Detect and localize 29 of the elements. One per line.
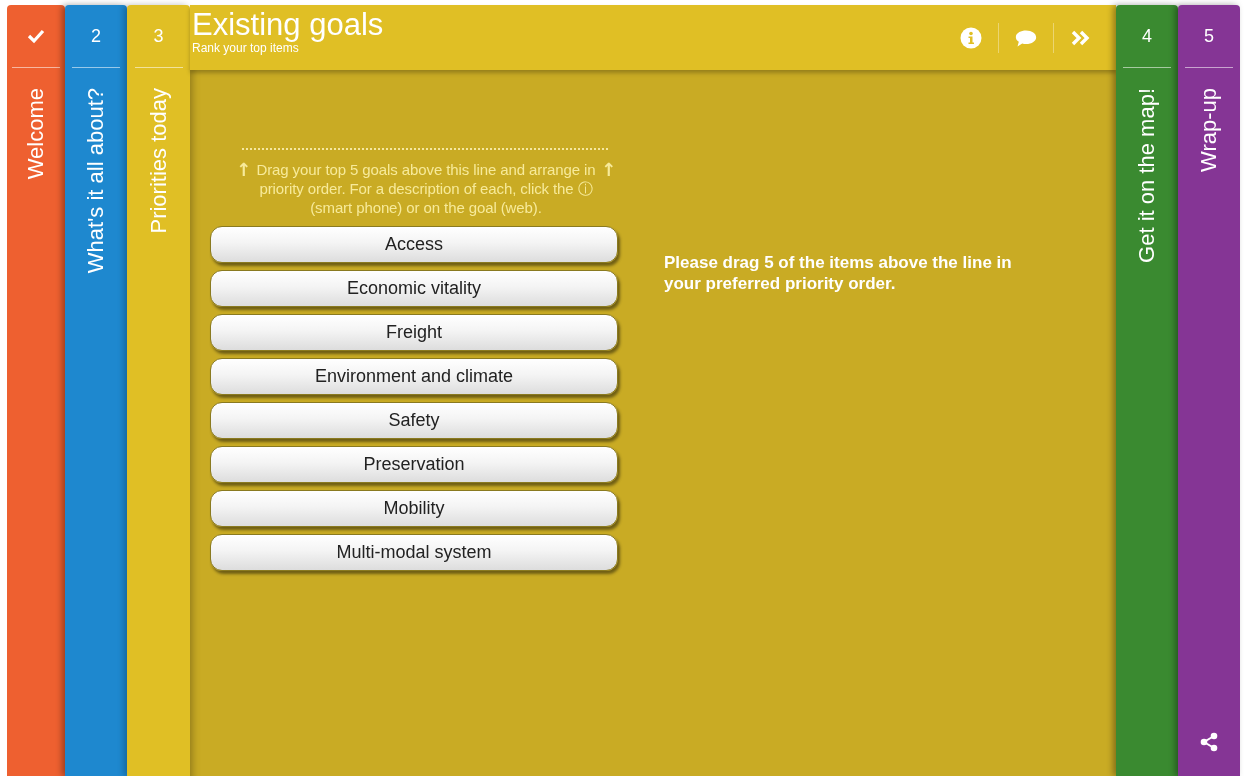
step-tab[interactable]: 4 Get it on the map! [1116, 5, 1178, 776]
goal-item[interactable]: Environment and climate [210, 358, 618, 395]
step-number: 5 [1204, 25, 1214, 47]
step-tab[interactable]: 5 Wrap-up [1178, 5, 1240, 776]
step-label: Get it on the map! [1134, 88, 1160, 263]
share-icon[interactable] [1200, 732, 1218, 752]
goal-item[interactable]: Multi-modal system [210, 534, 618, 571]
check-icon [27, 28, 45, 44]
step-number: 2 [91, 25, 101, 47]
step-label: Priorities today [145, 88, 172, 234]
goal-item[interactable]: Mobility [210, 490, 618, 527]
goal-item[interactable]: Preservation [210, 446, 618, 483]
drag-message: Please drag 5 of the items above the line in your preferred priority order. [664, 252, 1013, 295]
step-tab[interactable]: 2 What's it all about? [65, 5, 127, 776]
step-label: Welcome [23, 88, 49, 180]
page-title: Existing goals [192, 8, 385, 42]
goal-item[interactable]: Safety [210, 402, 618, 439]
goal-item[interactable]: Access [210, 226, 618, 263]
info-icon[interactable] [960, 26, 982, 49]
goal-item[interactable]: Economic vitality [210, 270, 618, 307]
step-number: 4 [1142, 25, 1152, 47]
goal-item[interactable]: Freight [210, 314, 618, 351]
up-arrow: ↑ [600, 160, 616, 179]
instruction-text: Drag your top 5 goals above this line and arrange in priority order. For a description of each, click the ⓘ (smart phone) or on the goal (web). [255, 160, 597, 217]
step-label: What's it all about? [83, 88, 109, 274]
step-label: Wrap-up [1196, 88, 1222, 172]
step-number: 3 [153, 25, 164, 47]
up-arrow: ↑ [236, 160, 252, 179]
page-subtitle: Rank your top items [192, 42, 300, 55]
